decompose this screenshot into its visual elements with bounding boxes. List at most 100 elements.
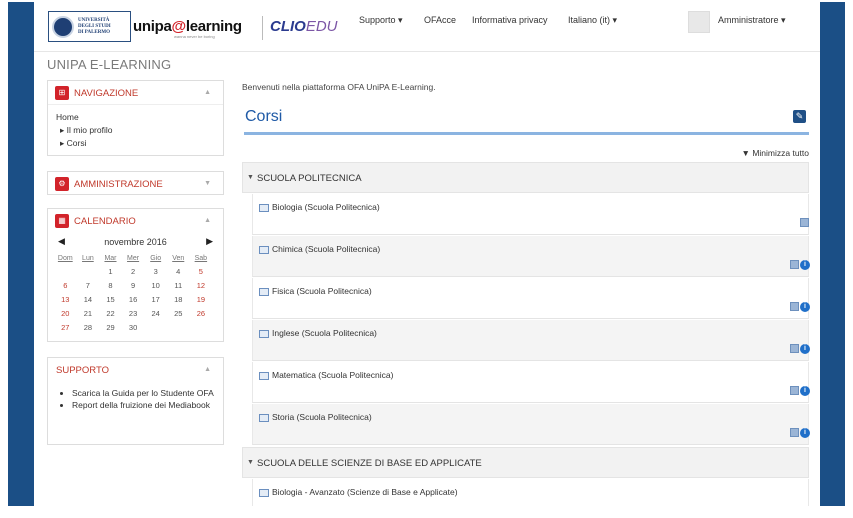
calendar-day[interactable]: 5 — [190, 264, 213, 278]
nav-ofacce[interactable]: OFAcce — [424, 15, 456, 25]
caret-down-icon: ▾ — [781, 15, 786, 25]
calendar-day[interactable]: 19 — [190, 292, 213, 306]
calendar-day[interactable]: 11 — [167, 278, 190, 292]
calendar-day[interactable]: 7 — [77, 278, 100, 292]
unipa-logo[interactable]: UNIVERSITÀ DEGLI STUDI DI PALERMO — [48, 11, 131, 42]
calendar-week: 13 14 15 16 17 18 19 — [54, 292, 212, 306]
calendar-day[interactable]: 2 — [122, 264, 145, 278]
calendar-week: 6 7 8 9 10 11 12 — [54, 278, 212, 292]
calendar-days: 1 2 3 4 5 6 7 8 9 10 11 12 13 14 15 16 17 18 19 20 21 22 23 24 2… — [54, 264, 212, 334]
next-month-icon[interactable]: ▶ — [206, 236, 213, 247]
calendar-day[interactable]: 26 — [190, 306, 213, 320]
calendar-day[interactable]: 29 — [99, 320, 122, 334]
collapse-icon[interactable]: ▲ — [204, 89, 211, 96]
nav-home[interactable]: Home — [56, 111, 215, 124]
language-menu[interactable]: Italiano (it) ▾ — [568, 15, 617, 26]
summary-icon[interactable] — [790, 344, 799, 353]
info-icon[interactable]: i — [800, 302, 810, 312]
user-menu[interactable]: Amministratore ▾ — [718, 15, 786, 26]
calendar-day[interactable]: 24 — [144, 306, 167, 320]
administration-header[interactable]: ⚙ AMMINISTRAZIONE ▼ — [48, 172, 223, 196]
calendar-day — [144, 320, 167, 334]
calendar-day[interactable]: 25 — [167, 306, 190, 320]
collapse-icon[interactable]: ▲ — [204, 217, 211, 224]
summary-icon[interactable] — [790, 260, 799, 269]
calendar-day — [77, 264, 100, 278]
nav-privacy[interactable]: Informativa privacy — [472, 15, 548, 25]
support-guide-link[interactable]: Scarica la Guida per lo Studente OFA — [72, 388, 215, 400]
avatar[interactable] — [688, 11, 710, 33]
support-report-link[interactable]: Report della fruizione dei Mediabook — [72, 400, 215, 412]
triangle-right-icon: ▸ — [60, 125, 65, 135]
window: UNIVERSITÀ DEGLI STUDI DI PALERMO unipa@… — [0, 0, 853, 518]
calendar-week: 27 28 29 30 — [54, 320, 212, 334]
at-icon: @ — [171, 18, 187, 35]
calendar-day[interactable]: 22 — [99, 306, 122, 320]
caret-down-icon: ▾ — [398, 15, 403, 25]
category-header[interactable]: ▼ SCUOLA POLITECNICA — [242, 162, 809, 193]
calendar-title: CALENDARIO — [74, 216, 136, 227]
course-row: Fisica (Scuola Politecnica) i — [252, 278, 810, 319]
weekday-label: Gio — [150, 254, 162, 262]
edit-icon[interactable]: ✎ — [793, 110, 806, 123]
calendar-header[interactable]: ▦ CALENDARIO ▲ — [48, 209, 223, 233]
calendar-day[interactable]: 16 — [122, 292, 145, 306]
calendar-day[interactable]: 27 — [54, 320, 77, 334]
category-name: SCUOLA POLITECNICA — [257, 173, 362, 184]
clioedu-logo[interactable]: CLIOEDU — [270, 18, 338, 35]
calendar-day[interactable]: 15 — [99, 292, 122, 306]
weekday-label: Dom — [57, 254, 73, 262]
calendar-day[interactable]: 30 — [122, 320, 145, 334]
course-link[interactable]: Chimica (Scuola Politecnica) — [272, 244, 380, 254]
info-icon[interactable]: i — [800, 344, 810, 354]
support-header[interactable]: SUPPORTO ▲ — [48, 358, 223, 382]
calendar-day[interactable]: 4 — [167, 264, 190, 278]
calendar-day[interactable]: 20 — [54, 306, 77, 320]
calendar-day[interactable]: 8 — [99, 278, 122, 292]
main-content: Benvenuti nella piattaforma OFA UniPA E-… — [242, 82, 810, 506]
site-title: UNIPA E-LEARNING — [47, 57, 172, 72]
info-icon[interactable]: i — [800, 386, 810, 396]
course-link[interactable]: Matematica (Scuola Politecnica) — [272, 370, 393, 380]
summary-icon[interactable] — [790, 428, 799, 437]
course-row: Storia (Scuola Politecnica) i — [252, 404, 810, 445]
info-icon[interactable]: i — [800, 260, 810, 270]
category-header[interactable]: ▼ SCUOLA DELLE SCIENZE DI BASE ED APPLICA… — [242, 447, 809, 478]
course-link[interactable]: Fisica (Scuola Politecnica) — [272, 286, 372, 296]
course-link[interactable]: Biologia - Avanzato (Scienze di Base e A… — [272, 487, 458, 497]
minimize-all-link[interactable]: ▼ Minimizza tutto — [742, 148, 809, 158]
calendar-day[interactable]: 14 — [77, 292, 100, 306]
calendar-day[interactable]: 21 — [77, 306, 100, 320]
nav-supporto[interactable]: Supporto ▾ — [359, 15, 403, 26]
calendar-day[interactable]: 13 — [54, 292, 77, 306]
unipa-seal-icon — [52, 15, 74, 38]
navigation-header[interactable]: ⊞ NAVIGAZIONE ▲ — [48, 81, 223, 105]
nav-profile[interactable]: ▸ Il mio profilo — [56, 124, 215, 137]
collapse-icon[interactable]: ▲ — [204, 366, 211, 373]
unipa-logo-text: UNIVERSITÀ DEGLI STUDI DI PALERMO — [78, 17, 111, 35]
calendar-day[interactable]: 17 — [144, 292, 167, 306]
calendar-day[interactable]: 18 — [167, 292, 190, 306]
calendar-day[interactable]: 1 — [99, 264, 122, 278]
calendar-day[interactable]: 28 — [77, 320, 100, 334]
weekday-label: Mar — [104, 254, 117, 262]
info-icon[interactable]: i — [800, 428, 810, 438]
sitemap-icon: ⊞ — [55, 86, 69, 100]
calendar-day[interactable]: 12 — [190, 278, 213, 292]
nav-courses[interactable]: ▸ Corsi — [56, 137, 215, 150]
course-link[interactable]: Storia (Scuola Politecnica) — [272, 412, 372, 422]
calendar-day[interactable]: 10 — [144, 278, 167, 292]
summary-icon[interactable] — [800, 218, 809, 227]
summary-icon[interactable] — [790, 386, 799, 395]
calendar-day[interactable]: 9 — [122, 278, 145, 292]
calendar-day[interactable]: 3 — [144, 264, 167, 278]
expand-icon[interactable]: ▼ — [204, 180, 211, 187]
unipa-elearning-logo[interactable]: unipa@learning — [133, 18, 242, 35]
calendar-day[interactable]: 6 — [54, 278, 77, 292]
course-icon — [259, 330, 269, 338]
calendar-table: Dom Lun Mar Mer Gio Ven Sab 1 2 3 4 5 6 7 8 9 10 11 12 13 1… — [54, 252, 212, 334]
course-link[interactable]: Biologia (Scuola Politecnica) — [272, 202, 380, 212]
summary-icon[interactable] — [790, 302, 799, 311]
course-link[interactable]: Inglese (Scuola Politecnica) — [272, 328, 377, 338]
calendar-day[interactable]: 23 — [122, 306, 145, 320]
